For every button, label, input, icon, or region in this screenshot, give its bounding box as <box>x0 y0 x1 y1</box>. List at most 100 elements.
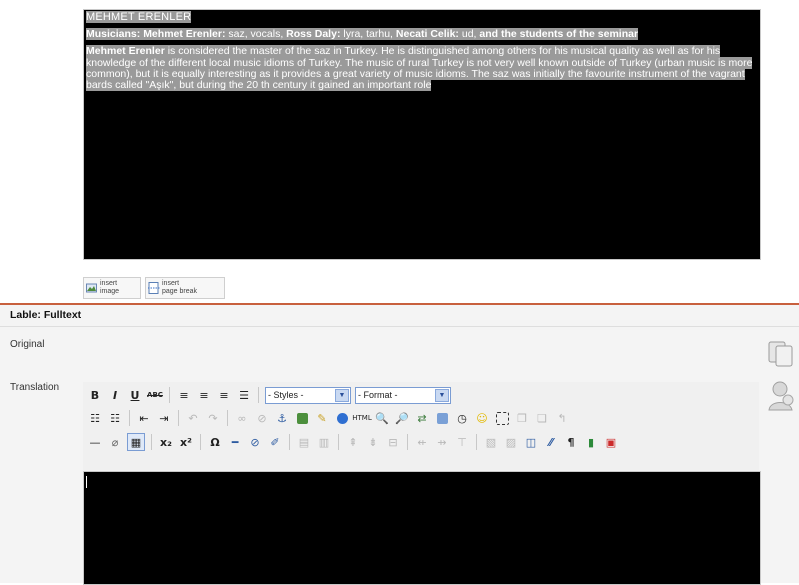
upper-panel: MEHMET ERENLER Musicians: Mehmet Erenler… <box>0 0 799 303</box>
editor-toolbar: B I U ABC ≡ ≡ ≡ ☰ - Styles - ▼ - Format … <box>83 382 759 470</box>
chevron-down-icon: ▼ <box>435 388 449 402</box>
page-break-icon <box>148 282 160 294</box>
indent-icon[interactable]: ⇥ <box>156 410 172 426</box>
media-icon[interactable] <box>494 410 510 426</box>
flash-icon[interactable]: ⊘ <box>247 434 263 450</box>
musicians-segment: Necati Celik: <box>395 28 459 41</box>
unlink-icon[interactable]: ⊘ <box>254 410 270 426</box>
horizontal-rule-button[interactable]: — <box>87 434 103 450</box>
toolbar-separator <box>338 434 339 450</box>
insert-image-line2: image <box>100 288 120 295</box>
insert-image-toolbar-icon[interactable] <box>294 410 310 426</box>
find-icon[interactable]: 🔎 <box>394 410 410 426</box>
paste-text-icon[interactable]: ↰ <box>554 410 570 426</box>
toolbar-separator <box>169 387 170 403</box>
replace-icon[interactable]: ⇄ <box>414 410 430 426</box>
remove-format-icon[interactable]: ⌀ <box>107 434 123 450</box>
text-caret <box>86 476 87 488</box>
toolbar-separator <box>178 410 179 426</box>
underline-button[interactable]: U <box>127 387 143 403</box>
superscript-button[interactable]: x² <box>178 434 194 450</box>
chevron-down-icon: ▼ <box>335 388 349 402</box>
format-select-value: - Format - <box>358 390 398 400</box>
insert-page-break-line2: page break <box>162 288 198 295</box>
table-icon[interactable]: ▤ <box>296 434 312 450</box>
special-char-button[interactable]: Ω <box>207 434 223 450</box>
toolbar-separator <box>289 434 290 450</box>
insert-row-before-icon[interactable]: ⇞ <box>345 434 361 450</box>
upper-content-editor[interactable]: MEHMET ERENLER Musicians: Mehmet Erenler… <box>83 9 761 260</box>
musicians-segment: saz, vocals, <box>225 28 287 41</box>
original-label: Original <box>10 339 45 350</box>
insert-col-before-icon[interactable]: ⇷ <box>414 434 430 450</box>
italic-button[interactable]: I <box>107 387 123 403</box>
translation-editor[interactable] <box>83 471 761 585</box>
musicians-segment: Ross Daly: <box>286 28 341 41</box>
copy-toolbar-icon[interactable]: ❐ <box>514 410 530 426</box>
subscript-button[interactable]: x₂ <box>158 434 174 450</box>
format-select[interactable]: - Format - ▼ <box>355 386 451 404</box>
musicians-segment: Musicians: <box>86 28 141 41</box>
bold-button[interactable]: B <box>87 387 103 403</box>
align-center-icon[interactable]: ≡ <box>196 387 212 403</box>
insert-time-icon[interactable]: ◷ <box>454 410 470 426</box>
toolbar-separator <box>227 410 228 426</box>
align-justify-icon[interactable]: ☰ <box>236 387 252 403</box>
musicians-segment: Mehmet Erenler: <box>143 28 226 41</box>
html-source-icon[interactable]: HTML <box>352 410 371 426</box>
user-icon[interactable] <box>766 378 796 414</box>
insert-row-after-icon[interactable]: ⇟ <box>365 434 381 450</box>
insert-page-break-button[interactable]: insert page break <box>145 277 225 299</box>
bullet-list-icon[interactable]: ☷ <box>87 410 103 426</box>
align-left-icon[interactable]: ≡ <box>176 387 192 403</box>
paste-icon[interactable]: ❏ <box>534 410 550 426</box>
link-icon[interactable]: ∞ <box>234 410 250 426</box>
merge-cells-icon[interactable]: ▨ <box>503 434 519 450</box>
preview-icon[interactable]: 🔍 <box>374 410 390 426</box>
edit-css-icon[interactable]: ✐ <box>267 434 283 450</box>
cleanup-icon[interactable]: ✎ <box>314 410 330 426</box>
numbered-list-icon[interactable]: ☷ <box>107 410 123 426</box>
musicians-segment: ud, <box>458 28 480 41</box>
undo-icon[interactable]: ↶ <box>185 410 201 426</box>
layer-icon[interactable]: ◫ <box>523 434 539 450</box>
align-right-icon[interactable]: ≡ <box>216 387 232 403</box>
toolbar-row-3: — ⌀ ▦ x₂ x² Ω ━ ⊘ ✐ ▤ ▥ ⇞ ⇟ ⊟ ⇷ ⇸ ⊤ ▧ ▨ … <box>87 432 619 452</box>
toolbar-row-1: B I U ABC ≡ ≡ ≡ ☰ - Styles - ▼ - Format … <box>87 385 451 405</box>
styles-select[interactable]: - Styles - ▼ <box>265 386 351 404</box>
copy-icon[interactable] <box>766 339 796 367</box>
body-text: is considered the master of the saz in T… <box>86 45 753 92</box>
anchor-icon[interactable]: ⚓ <box>274 410 290 426</box>
fullscreen-icon[interactable]: ▣ <box>603 434 619 450</box>
toolbar-separator <box>151 434 152 450</box>
template-icon[interactable]: ▮ <box>583 434 599 450</box>
insert-line-icon[interactable]: ━ <box>227 434 243 450</box>
strikethrough-button[interactable]: ABC <box>147 387 163 403</box>
body-name: Mehmet Erenler <box>86 45 165 58</box>
help-icon[interactable] <box>334 410 350 426</box>
styles-select-value: - Styles - <box>268 390 304 400</box>
translation-label: Translation <box>10 382 60 393</box>
redo-icon[interactable]: ↷ <box>205 410 221 426</box>
delete-col-icon[interactable]: ⊤ <box>454 434 470 450</box>
outdent-icon[interactable]: ⇤ <box>136 410 152 426</box>
insert-col-after-icon[interactable]: ⇸ <box>434 434 450 450</box>
insert-page-break-line1: insert <box>162 280 180 287</box>
toolbar-separator <box>407 434 408 450</box>
insert-image-button[interactable]: insert image <box>83 277 141 299</box>
musicians-line: Musicians: Mehmet Erenler: saz, vocals, … <box>86 28 758 41</box>
insert-image-line1: insert <box>100 280 118 287</box>
table-props-icon[interactable]: ▥ <box>316 434 332 450</box>
toolbar-row-2: ☷ ☷ ⇤ ⇥ ↶ ↷ ∞ ⊘ ⚓ ✎ HTML 🔍 🔎 ⇄ ◷ ☺ ❐ ❏ ↰ <box>87 408 570 428</box>
toolbar-separator <box>200 434 201 450</box>
emoticon-icon[interactable]: ☺ <box>474 410 490 426</box>
insert-date-icon[interactable] <box>434 410 450 426</box>
musicians-segment: and the students of the seminar <box>479 28 639 41</box>
delete-row-icon[interactable]: ⊟ <box>385 434 401 450</box>
section-title: Lable: Fulltext <box>10 309 82 321</box>
direction-icon[interactable]: ⁄⁄ <box>543 434 559 450</box>
split-cells-icon[interactable]: ▧ <box>483 434 499 450</box>
visual-aid-icon[interactable]: ▦ <box>127 433 145 451</box>
show-blocks-button[interactable]: ¶ <box>563 434 579 450</box>
article-title: MEHMET ERENLER <box>86 11 192 23</box>
